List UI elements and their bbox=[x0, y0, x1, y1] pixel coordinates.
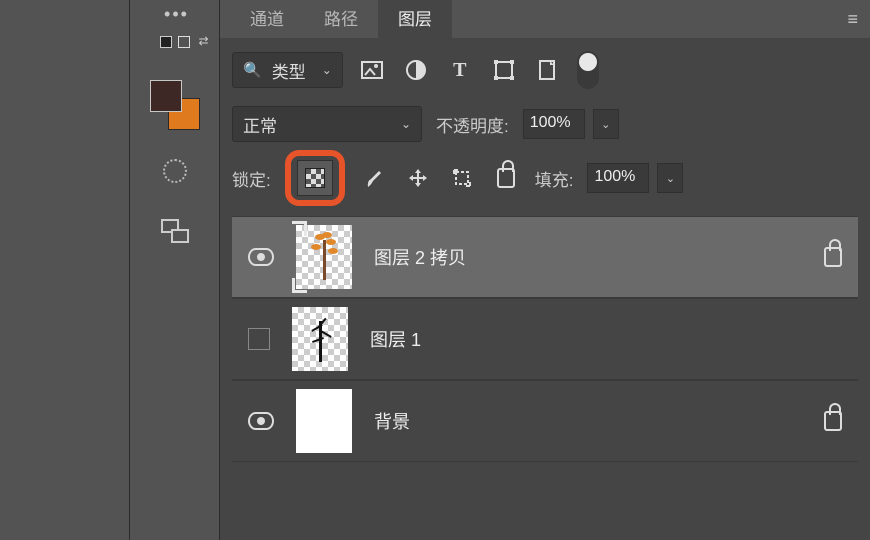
opacity-input[interactable]: 100% bbox=[523, 109, 585, 139]
layer-name[interactable]: 图层 2 拷贝 bbox=[374, 244, 802, 270]
blend-mode-select[interactable]: 正常 ⌄ bbox=[232, 106, 422, 142]
chevron-down-icon: ⌄ bbox=[322, 63, 332, 77]
filter-image-icon[interactable] bbox=[357, 55, 387, 85]
filter-type-select[interactable]: 🔍 类型 ⌄ bbox=[232, 52, 343, 88]
layer-lock-icon[interactable] bbox=[824, 411, 842, 431]
lock-transparent-highlight bbox=[285, 150, 345, 206]
tab-paths[interactable]: 路径 bbox=[304, 0, 378, 38]
opacity-stepper[interactable]: ⌄ bbox=[593, 109, 619, 139]
layer-row[interactable]: 背景 bbox=[232, 380, 858, 462]
layer-thumbnail[interactable] bbox=[296, 389, 352, 453]
fill-label: 填充: bbox=[535, 166, 574, 191]
layers-list: 图层 2 拷贝 图层 1 bbox=[232, 216, 858, 462]
layer-thumbnail[interactable] bbox=[296, 225, 352, 289]
filter-toggle[interactable] bbox=[577, 51, 599, 89]
visibility-toggle[interactable] bbox=[248, 328, 270, 350]
chevron-down-icon: ⌄ bbox=[401, 117, 411, 131]
layer-name[interactable]: 背景 bbox=[374, 408, 802, 434]
color-swatches[interactable] bbox=[150, 80, 200, 130]
panel-menu-icon[interactable]: ≡ bbox=[839, 1, 866, 38]
overlap-tool-icon[interactable] bbox=[156, 212, 194, 250]
filter-smart-icon[interactable] bbox=[533, 55, 563, 85]
visibility-eye-icon[interactable] bbox=[248, 412, 274, 430]
lock-all-icon[interactable] bbox=[491, 163, 521, 193]
filter-shape-icon[interactable] bbox=[489, 55, 519, 85]
filter-text-icon[interactable]: T bbox=[445, 55, 475, 85]
blend-mode-value: 正常 bbox=[243, 112, 277, 137]
dots-icon[interactable]: ••• bbox=[160, 4, 189, 25]
layers-panel: 通道 路径 图层 ≡ 🔍 类型 ⌄ T bbox=[220, 0, 870, 540]
lock-move-icon[interactable] bbox=[403, 163, 433, 193]
selection-tool-icon[interactable] bbox=[156, 152, 194, 190]
lock-label: 锁定: bbox=[232, 166, 271, 191]
fill-input[interactable]: 100% bbox=[587, 163, 649, 193]
checker-icon bbox=[305, 168, 325, 188]
foreground-swatch[interactable] bbox=[150, 80, 182, 112]
panel-tabs: 通道 路径 图层 ≡ bbox=[220, 0, 870, 38]
layer-row[interactable]: 图层 2 拷贝 bbox=[232, 216, 858, 298]
lock-transparent-button[interactable] bbox=[297, 160, 333, 196]
swap-swatches[interactable]: ⇄ bbox=[155, 36, 195, 60]
filter-label: 类型 bbox=[272, 58, 306, 83]
opacity-label: 不透明度: bbox=[436, 112, 509, 137]
lock-brush-icon[interactable] bbox=[359, 163, 389, 193]
layer-lock-icon[interactable] bbox=[824, 247, 842, 267]
filter-adjust-icon[interactable] bbox=[401, 55, 431, 85]
tab-channels[interactable]: 通道 bbox=[230, 0, 304, 38]
fill-stepper[interactable]: ⌄ bbox=[657, 163, 683, 193]
layer-name[interactable]: 图层 1 bbox=[370, 326, 842, 352]
layer-thumbnail[interactable] bbox=[292, 307, 348, 371]
tool-dock: ••• ⇄ bbox=[130, 0, 220, 540]
tab-layers[interactable]: 图层 bbox=[378, 0, 452, 38]
search-icon: 🔍 bbox=[243, 61, 262, 79]
visibility-eye-icon[interactable] bbox=[248, 248, 274, 266]
lock-artboard-icon[interactable] bbox=[447, 163, 477, 193]
layer-row[interactable]: 图层 1 bbox=[232, 298, 858, 380]
